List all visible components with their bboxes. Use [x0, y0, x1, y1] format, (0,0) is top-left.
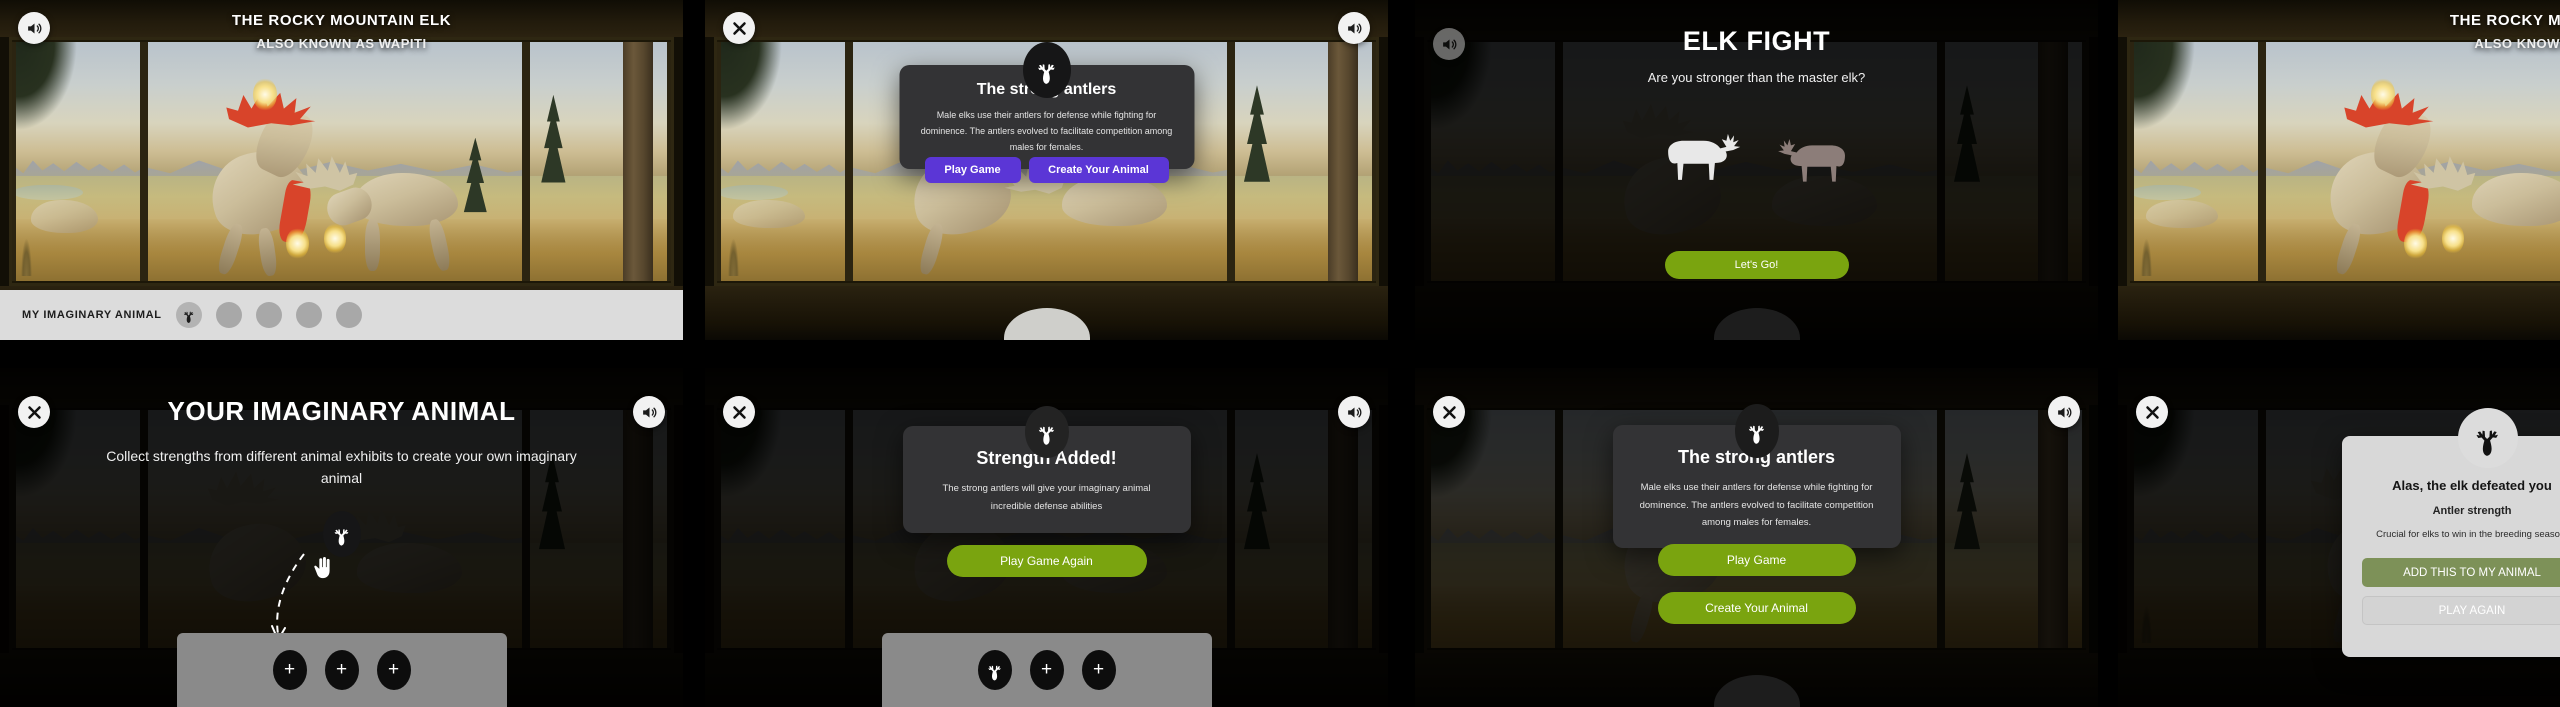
tray-slot-1[interactable]: +	[272, 650, 307, 690]
elk-badge	[1734, 404, 1779, 458]
tray-slot-1-label: +	[283, 659, 296, 680]
game-subtitle: Are you stronger than the master elk?	[1647, 70, 1866, 85]
page-subtitle: Collect strengths from different animal …	[106, 448, 577, 486]
elk-head-icon	[1748, 425, 1764, 444]
elk-badge	[2458, 408, 2518, 468]
animal-slot-1[interactable]	[175, 302, 202, 328]
play-game-again-button[interactable]: Play Game Again	[946, 545, 1147, 577]
animal-builder-tray: + +	[881, 633, 1212, 707]
tray-slot-2[interactable]: +	[1029, 650, 1064, 690]
tray-slot-2-label: +	[335, 659, 348, 680]
modal-title: Alas, the elk defeated you	[2392, 478, 2552, 493]
modal-body: Crucial for elks to win in the breeding …	[2376, 529, 2560, 540]
modal-actions: Play Game Create Your Animal	[924, 157, 1169, 183]
animal-slot-3[interactable]	[255, 302, 282, 328]
close-icon	[1442, 405, 1456, 419]
animal-builder-tray: + + +	[176, 633, 507, 707]
hotspot-antler[interactable]	[252, 78, 277, 112]
play-game-button[interactable]: Play Game	[924, 157, 1021, 183]
elk-badge	[1024, 406, 1069, 458]
tray-slot-3-label: +	[387, 659, 400, 680]
close-button[interactable]	[1433, 396, 1465, 428]
panel-your-imaginary-animal: YOUR IMAGINARY ANIMAL Collect strengths …	[0, 368, 683, 707]
case-pane-right	[526, 42, 672, 281]
animal-slot-5[interactable]	[335, 302, 362, 328]
speaker-icon	[1347, 407, 1361, 417]
add-to-my-animal-button[interactable]: ADD THIS TO MY ANIMAL	[2362, 558, 2560, 588]
play-again-button[interactable]: PLAY AGAIN	[2362, 596, 2560, 626]
sound-toggle-button[interactable]	[1338, 396, 1370, 428]
elk-head-icon	[183, 311, 194, 323]
elk-head-icon	[1038, 426, 1054, 445]
hotspot-leg[interactable]	[286, 228, 309, 260]
play-game-button[interactable]: Play Game	[1657, 544, 1856, 576]
sound-toggle-button[interactable]	[2048, 396, 2080, 428]
panel-strength-modal-purple: The strong antlers Male elks use their a…	[705, 0, 1388, 340]
modal-body: The strong antlers will give your imagin…	[942, 483, 1151, 512]
sound-toggle-button[interactable]	[1338, 12, 1370, 44]
my-animal-label: MY IMAGINARY ANIMAL	[22, 309, 162, 321]
page-title: THE ROCKY MOUNTAIN ELK	[231, 12, 452, 29]
close-button[interactable]	[723, 12, 755, 44]
case-pane-center	[143, 42, 527, 281]
create-your-animal-button[interactable]: Create Your Animal	[1028, 157, 1169, 183]
page-title: YOUR IMAGINARY ANIMAL	[167, 396, 516, 426]
defeat-modal: Alas, the elk defeated you Antler streng…	[2342, 436, 2560, 657]
tray-slot-2-label: +	[1040, 659, 1053, 680]
tray-slot-3[interactable]: +	[1081, 650, 1116, 690]
panel-strength-added: Strength Added! The strong antlers will …	[705, 368, 1388, 707]
tray-slot-1[interactable]	[977, 650, 1012, 690]
animal-slot-4[interactable]	[295, 302, 322, 328]
tray-slot-2[interactable]: +	[324, 650, 359, 690]
hand-pointer-icon	[314, 557, 330, 579]
animal-slot-2[interactable]	[215, 302, 242, 328]
elk-head-icon	[1037, 64, 1055, 84]
elk-head-icon	[987, 665, 1001, 681]
panel-exhibit-home: THE ROCKY MOUNTAIN ELK ALSO KNOWN AS WAP…	[0, 0, 683, 340]
display-case	[8, 37, 675, 286]
my-animal-bar: MY IMAGINARY ANIMAL	[0, 290, 683, 340]
speaker-icon	[1347, 23, 1361, 33]
panel-strength-modal-green: The strong antlers Male elks use their a…	[1415, 368, 2098, 707]
grey-elk-silhouette	[1777, 138, 1845, 182]
case-pane-left	[11, 42, 144, 281]
modal-strength-label: Antler strength	[2432, 505, 2512, 517]
page-subtitle: ALSO KNOWN AS WAPITI	[2474, 36, 2560, 51]
modal-body: Male elks use their antlers for defense …	[1639, 482, 1874, 529]
tray-slot-3[interactable]: +	[376, 650, 411, 690]
panel-exhibit-home-cropped: THE ROCKY MOUNTAIN ELK ALSO KNOWN AS WAP…	[2118, 0, 2560, 340]
game-title: ELK FIGHT	[1682, 26, 1831, 56]
fighters-row	[1415, 128, 2098, 198]
panel-defeat-modal: Alas, the elk defeated you Antler streng…	[2118, 368, 2560, 707]
modal-body: Male elks use their antlers for defense …	[920, 110, 1173, 152]
elk-badge	[1022, 42, 1071, 98]
close-icon	[732, 405, 746, 419]
tray-slot-3-label: +	[1092, 659, 1105, 680]
close-icon	[732, 21, 746, 35]
speaker-icon	[2057, 407, 2071, 417]
white-elk-silhouette	[1667, 133, 1740, 180]
close-button[interactable]	[2136, 396, 2168, 428]
page-title: THE ROCKY MOUNTAIN ELK	[2449, 12, 2560, 29]
page-subtitle: ALSO KNOWN AS WAPITI	[256, 36, 427, 51]
close-button[interactable]	[723, 396, 755, 428]
close-icon	[2145, 405, 2159, 419]
panel-elk-fight-intro: ELK FIGHT Are you stronger than the mast…	[1415, 0, 2098, 340]
create-your-animal-button[interactable]: Create Your Animal	[1657, 592, 1856, 624]
screenshot-grid: THE ROCKY MOUNTAIN ELK ALSO KNOWN AS WAP…	[0, 0, 2560, 707]
diorama-background	[0, 0, 683, 340]
elk-head-icon	[334, 529, 348, 546]
collected-strength-chip[interactable]	[322, 511, 361, 557]
elk-head-icon	[2476, 430, 2499, 456]
lets-go-button[interactable]: Let's Go!	[1664, 251, 1849, 279]
